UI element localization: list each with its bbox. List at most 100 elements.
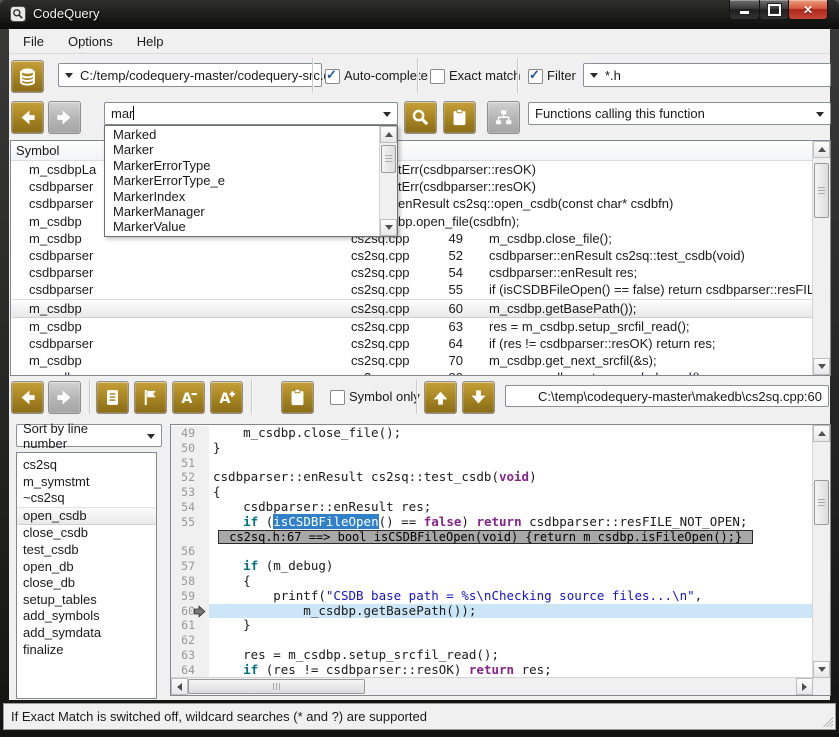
call-graph-button[interactable]: [487, 101, 520, 134]
scroll-up-button[interactable]: [813, 141, 830, 158]
menu-item-options[interactable]: Options: [58, 31, 123, 52]
result-row[interactable]: m_csdbpcs2sq.cpp80res = m_csdbp.setup_sy…: [11, 369, 813, 376]
autocomplete-item[interactable]: Marked: [105, 127, 380, 142]
function-list-item[interactable]: add_symdata: [17, 625, 156, 642]
scroll-down-button[interactable]: [380, 219, 397, 236]
scroll-thumb[interactable]: [381, 145, 396, 173]
function-list-item[interactable]: finalize: [17, 642, 156, 659]
db-path-combo[interactable]: C:/temp/codequery-master/codequery-src.d…: [58, 63, 322, 87]
toolbar-separator: [416, 380, 417, 414]
autocomplete-item[interactable]: MarkerValue: [105, 219, 380, 234]
function-list-item[interactable]: cs2sq: [17, 457, 156, 474]
filter-checkbox[interactable]: [528, 69, 543, 84]
search-combo[interactable]: mar: [104, 102, 398, 125]
function-list: cs2sqm_symstmt~cs2sqopen_csdbclose_csdbt…: [16, 452, 157, 699]
arrow-down-icon: [385, 225, 393, 234]
function-list-item[interactable]: test_csdb: [17, 542, 156, 559]
open-file-button[interactable]: [96, 381, 129, 414]
scroll-thumb[interactable]: [188, 679, 365, 694]
result-line: 55: [423, 281, 463, 298]
next-result-button[interactable]: [462, 381, 495, 414]
results-vscrollbar[interactable]: [812, 141, 830, 375]
search-icon: [411, 108, 430, 127]
result-file: cs2sq.cpp: [351, 318, 410, 335]
arrow-up-icon: [818, 427, 826, 436]
scroll-left-button[interactable]: [171, 678, 188, 695]
svg-text:A: A: [219, 391, 230, 407]
minimize-button[interactable]: [729, 0, 760, 20]
title-bar[interactable]: CodeQuery ✕: [0, 0, 839, 30]
result-row[interactable]: csdbparsercs2sq.cpp55if (isCSDBFileOpen(…: [11, 281, 813, 298]
code-text: printf("CSDB base path = %s\nChecking so…: [209, 589, 813, 604]
scroll-right-button[interactable]: [796, 678, 813, 695]
back-button[interactable]: [11, 101, 44, 134]
result-symbol: csdbparser: [29, 281, 93, 298]
bookmark-flag-button[interactable]: [134, 381, 167, 414]
viewer-copy-button[interactable]: [281, 381, 314, 414]
viewer-back-button[interactable]: [11, 381, 44, 414]
scroll-down-button[interactable]: [813, 661, 830, 678]
function-list-item[interactable]: close_csdb: [17, 525, 156, 542]
symbol-only-label: Symbol only: [349, 389, 420, 404]
toolbar-separator: [417, 58, 418, 93]
autocomplete-item[interactable]: MarkerErrorType: [105, 158, 380, 173]
result-row[interactable]: csdbparsercs2sq.cpp64if (res != csdbpars…: [11, 335, 813, 352]
search-button[interactable]: [404, 101, 437, 134]
auto-complete-checkbox[interactable]: [325, 69, 340, 84]
scroll-up-button[interactable]: [813, 425, 830, 442]
file-path-field[interactable]: C:\temp\codequery-master\makedb\cs2sq.cp…: [505, 385, 829, 407]
resize-grip[interactable]: [821, 715, 833, 727]
previous-result-button[interactable]: [424, 381, 457, 414]
code-text: res = m_csdbp.setup_srcfil_read();: [209, 648, 813, 663]
filter-combo[interactable]: *.h: [583, 63, 831, 87]
query-type-combo[interactable]: Functions calling this function: [528, 102, 831, 125]
result-row[interactable]: csdbparsercs2sq.cpp52csdbparser::enResul…: [11, 247, 813, 264]
function-list-item[interactable]: open_db: [17, 559, 156, 576]
autocomplete-item[interactable]: Marker: [105, 142, 380, 157]
menu-item-file[interactable]: File: [13, 31, 54, 52]
function-list-item[interactable]: add_symbols: [17, 608, 156, 625]
dropdown-scrollbar[interactable]: [379, 126, 397, 236]
code-line: 62: [171, 633, 813, 648]
filter-value: *.h: [605, 68, 621, 83]
menu-item-help[interactable]: Help: [127, 31, 174, 52]
result-row[interactable]: m_csdbpcs2sq.cpp63res = m_csdbp.setup_sr…: [11, 318, 813, 335]
code-line: 51: [171, 456, 813, 471]
function-list-item[interactable]: m_symstmt: [17, 474, 156, 491]
result-row[interactable]: csdbparsercs2sq.cpp54csdbparser::enResul…: [11, 264, 813, 281]
exact-match-checkbox[interactable]: [430, 69, 445, 84]
status-text: If Exact Match is switched off, wildcard…: [11, 709, 427, 724]
code-text: [209, 544, 813, 559]
open-database-button[interactable]: [11, 60, 44, 93]
font-decrease-button[interactable]: A: [172, 381, 205, 414]
function-list-item[interactable]: ~cs2sq: [17, 490, 156, 507]
autocomplete-item[interactable]: MarkerErrorType_e: [105, 173, 380, 188]
close-button[interactable]: ✕: [788, 0, 828, 20]
viewer-forward-button[interactable]: [48, 381, 81, 414]
scroll-thumb[interactable]: [814, 480, 829, 525]
code-text: {: [209, 485, 813, 500]
maximize-button[interactable]: [759, 0, 789, 20]
scroll-thumb[interactable]: [814, 163, 829, 218]
result-row[interactable]: m_csdbpcs2sq.cpp70m_csdbp.get_next_srcfi…: [11, 352, 813, 369]
scroll-down-button[interactable]: [813, 358, 830, 375]
sort-combo[interactable]: Sort by line number: [16, 424, 162, 447]
code-vscrollbar[interactable]: [812, 425, 830, 678]
scrollbar-corner: [813, 678, 830, 695]
autocomplete-item[interactable]: MarkerIndex: [105, 189, 380, 204]
forward-button[interactable]: [48, 101, 81, 134]
scroll-up-button[interactable]: [380, 126, 397, 143]
arrow-left-icon: [18, 108, 37, 127]
autocomplete-item[interactable]: MarkerManager: [105, 204, 380, 219]
function-list-item[interactable]: setup_tables: [17, 592, 156, 609]
result-file: cs2sq.cpp: [351, 369, 410, 376]
copy-results-button[interactable]: [443, 101, 476, 134]
function-list-item[interactable]: close_db: [17, 575, 156, 592]
symbol-only-checkbox[interactable]: [330, 390, 345, 405]
result-preview: res = m_csdbp.setup_symbol_read();: [489, 369, 704, 376]
function-list-item[interactable]: open_csdb: [17, 507, 156, 526]
code-hscrollbar[interactable]: [171, 677, 813, 695]
result-row[interactable]: m_csdbpcs2sq.cpp60m_csdbp.getBasePath())…: [11, 299, 813, 318]
code-text: if (res != csdbparser::resOK) return res…: [209, 663, 813, 678]
font-increase-button[interactable]: A: [210, 381, 243, 414]
